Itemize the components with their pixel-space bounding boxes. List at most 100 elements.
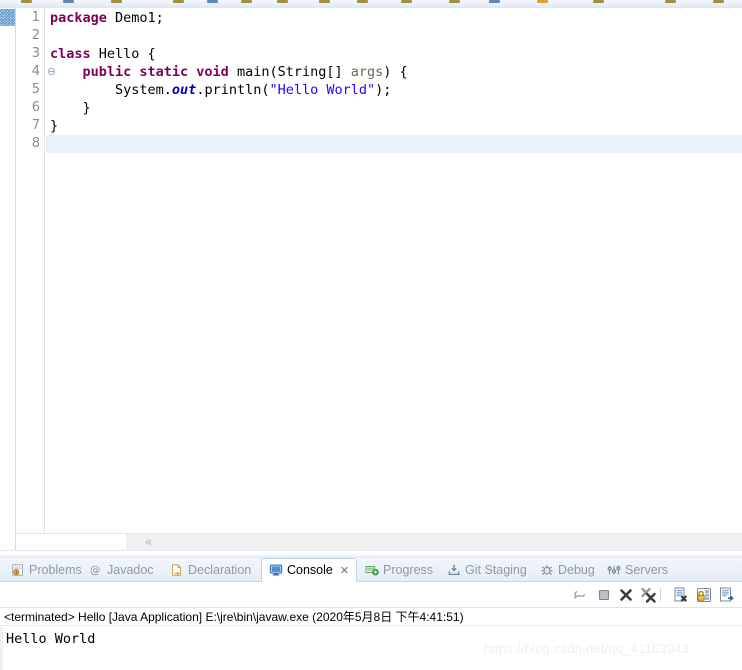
debug-icon [540, 563, 554, 577]
code-line[interactable]: class Hello { [46, 45, 742, 63]
open-type-icon[interactable] [536, 0, 550, 5]
view-tab-label: Servers [625, 563, 669, 577]
external-tools-icon[interactable] [400, 0, 414, 5]
code-line[interactable]: package Demo1; [46, 9, 742, 27]
external-tools-icon-glyph [401, 0, 412, 3]
code-line[interactable]: } [46, 99, 742, 117]
code-line[interactable]: public static void main(String[] args) { [46, 63, 742, 81]
line-number: 3 [31, 46, 40, 61]
previous-annotation-icon[interactable] [488, 0, 502, 5]
editor-code-area[interactable]: package Demo1; class Hello { public stati… [46, 8, 742, 554]
code-line[interactable] [46, 135, 742, 153]
terminate-icon[interactable] [595, 586, 613, 604]
code-line[interactable]: System.out.println("Hello World"); [46, 81, 742, 99]
relaunch-icon[interactable] [571, 586, 589, 604]
code-token-kw: public static void [82, 64, 229, 80]
view-tab-label: Git Staging [465, 563, 527, 577]
run-icon-glyph [319, 0, 330, 3]
close-icon[interactable]: ✕ [340, 564, 349, 577]
code-token-plain: } [50, 100, 91, 116]
console-view-toolbar[interactable] [0, 582, 742, 608]
new-icon-glyph [21, 0, 32, 3]
code-token-plain: main(String[] [228, 64, 351, 80]
code-line[interactable]: } [46, 117, 742, 135]
view-tab-javadoc[interactable]: @ Javadoc [82, 558, 161, 582]
undo-icon-glyph [173, 0, 184, 3]
display-console-icon[interactable] [718, 586, 736, 604]
line-number: 6 [31, 100, 40, 115]
java-editor[interactable]: 1 2 3 4 5 6 7 8 ⊖ package Demo1; class Hello { pu… [0, 8, 742, 554]
watermark-text: https://blog.csdn.net/qq_41153943 [484, 641, 690, 656]
debug-icon[interactable] [356, 0, 370, 5]
servers-icon [607, 563, 621, 577]
new-icon[interactable] [20, 0, 34, 5]
editor-horizontal-scrollbar[interactable]: « [16, 533, 742, 550]
next-annotation-icon[interactable] [448, 0, 462, 5]
code-token-kw: class [50, 46, 91, 62]
view-tab-servers[interactable]: Servers [600, 558, 675, 582]
debug-icon-glyph [357, 0, 368, 3]
toolbar-separator [660, 588, 661, 602]
scroll-left-icon[interactable]: « [142, 535, 155, 549]
code-token-kw: package [50, 10, 107, 26]
view-tab-label: Debug [558, 563, 595, 577]
build-icon[interactable] [276, 0, 290, 5]
code-token-str: "Hello World" [269, 82, 376, 98]
save-icon[interactable] [62, 0, 76, 5]
line-number: 5 [31, 82, 40, 97]
scroll-lock-icon[interactable] [695, 586, 713, 604]
build-icon-glyph [277, 0, 288, 3]
editor-annotation-column [0, 8, 16, 554]
code-token-plain: ); [375, 82, 392, 98]
git-staging-icon [447, 563, 461, 577]
previous-annotation-icon-glyph [489, 0, 500, 3]
overview-marker-icon[interactable] [0, 9, 15, 26]
view-tab-label: Javadoc [107, 563, 154, 577]
line-number: 8 [31, 136, 40, 151]
code-token-plain: System. [50, 82, 172, 98]
print-icon[interactable] [110, 0, 124, 5]
code-token-plain: .println( [196, 82, 270, 98]
view-tab-bar[interactable]: Problems @ Javadoc Declaration Console ✕ Progr… [0, 558, 742, 582]
code-token-fld: out [171, 82, 197, 98]
remove-all-launches-icon[interactable] [640, 586, 658, 604]
perspective-icon[interactable] [712, 0, 726, 5]
view-tab-progress[interactable]: Progress [358, 558, 440, 582]
line-number: 1 [31, 10, 40, 25]
open-task-icon-glyph [593, 0, 604, 3]
line-number: 4 [31, 64, 40, 79]
view-tab-label: Problems [29, 563, 82, 577]
view-tab-label: Declaration [188, 563, 252, 577]
pin-editor-icon[interactable] [664, 0, 678, 5]
search-icon[interactable] [240, 0, 254, 5]
view-tab-problems[interactable]: Problems [4, 558, 89, 582]
perspective-icon-glyph [713, 0, 724, 3]
console-icon [269, 563, 283, 577]
view-tab-git-staging[interactable]: Git Staging [440, 558, 534, 582]
declaration-icon [170, 563, 184, 577]
clear-console-icon[interactable] [672, 586, 690, 604]
save-icon-glyph [63, 0, 74, 3]
view-tab-label: Console [287, 563, 333, 577]
view-tab-declaration[interactable]: Declaration [163, 558, 258, 582]
open-task-icon[interactable] [592, 0, 606, 5]
progress-icon [365, 563, 379, 577]
redo-icon-glyph [207, 0, 218, 3]
view-tab-debug[interactable]: Debug [533, 558, 602, 582]
scrollbar-gutter-pad [16, 534, 126, 550]
line-number: 2 [31, 28, 40, 43]
code-token-prm: args [350, 64, 384, 80]
code-line[interactable] [46, 27, 742, 45]
run-icon[interactable] [318, 0, 332, 5]
view-tab-console[interactable]: Console ✕ [261, 558, 358, 582]
undo-icon[interactable] [172, 0, 186, 5]
open-type-icon-glyph [537, 0, 548, 3]
redo-icon[interactable] [206, 0, 220, 5]
code-token-plain: } [50, 118, 59, 134]
code-token-plain: Hello { [90, 46, 156, 62]
print-icon-glyph [111, 0, 122, 3]
editor-line-number-gutter[interactable]: 1 2 3 4 5 6 7 8 ⊖ [16, 8, 56, 554]
next-annotation-icon-glyph [449, 0, 460, 3]
remove-launch-icon[interactable] [617, 586, 635, 604]
